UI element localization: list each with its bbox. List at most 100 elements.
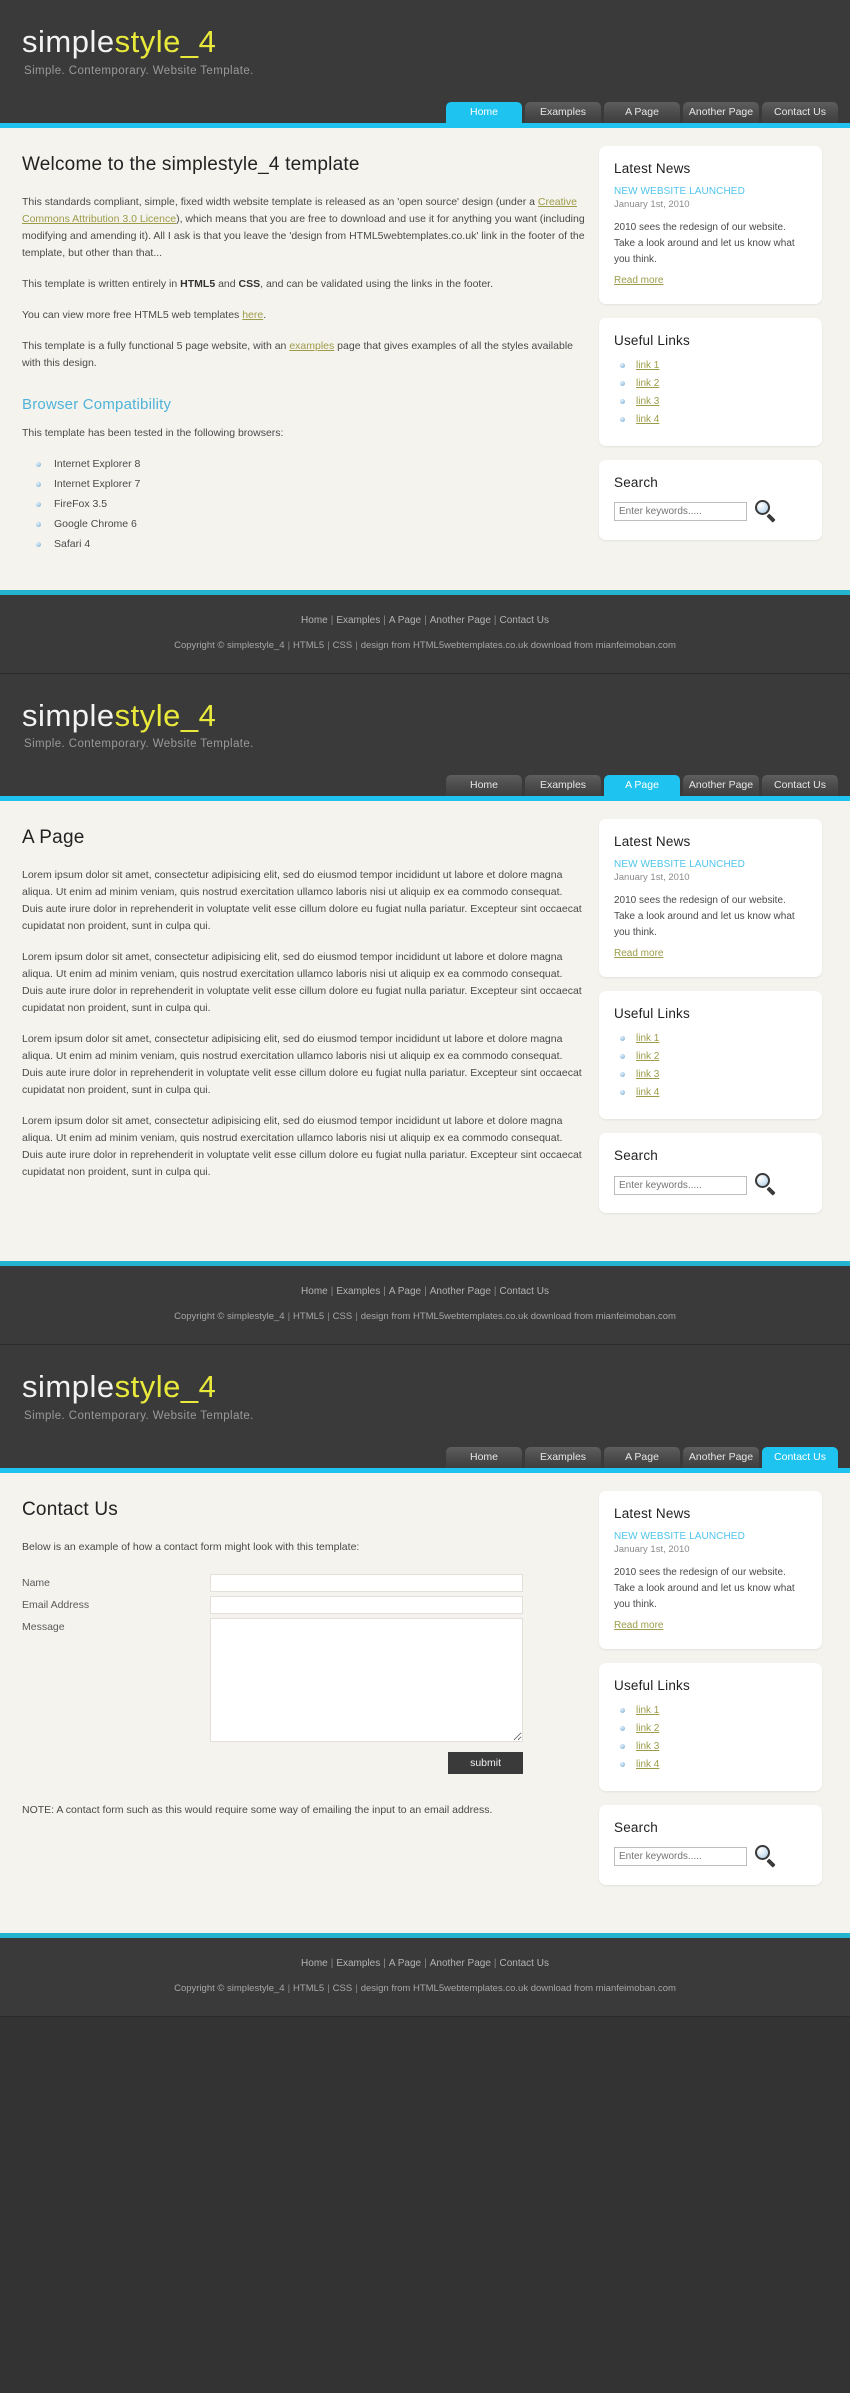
useful-link-1[interactable]: link 1: [636, 1033, 659, 1044]
more-templates-paragraph: You can view more free HTML5 web templat…: [22, 307, 585, 324]
logo-text-simple: simple: [22, 697, 115, 733]
submit-button[interactable]: submit: [448, 1751, 523, 1774]
nav-item-a-page[interactable]: A Page: [604, 775, 680, 797]
sidebar-contact: Latest News NEW WEBSITE LAUNCHED January…: [599, 1487, 822, 1899]
nav-item-another-page[interactable]: Another Page: [683, 101, 759, 123]
nav-item-a-page[interactable]: A Page: [604, 101, 680, 123]
nav-item-contact-us[interactable]: Contact Us: [762, 1446, 838, 1468]
footer-link-home[interactable]: Home: [301, 615, 328, 626]
footer-link-examples[interactable]: Examples: [336, 1958, 380, 1969]
footer-link-examples[interactable]: Examples: [336, 1286, 380, 1297]
news-date: January 1st, 2010: [614, 198, 690, 210]
footer-html5-link[interactable]: HTML5: [293, 640, 324, 651]
footer-link-home[interactable]: Home: [301, 1286, 328, 1297]
footer-link-another-page[interactable]: Another Page: [430, 1958, 491, 1969]
submit-area: submit: [210, 1751, 523, 1774]
site-footer-contact: Home | Examples | A Page | Another Page | Contac…: [0, 1937, 850, 2017]
news-headline-link[interactable]: NEW WEBSITE LAUNCHED: [614, 859, 807, 870]
useful-link-2[interactable]: link 2: [636, 1051, 659, 1062]
form-row-submit: submit: [22, 1751, 585, 1774]
useful-link-3[interactable]: link 3: [636, 396, 659, 407]
nav-item-examples[interactable]: Examples: [525, 1446, 601, 1468]
logo-text-style: style_4: [114, 697, 217, 733]
read-more-link[interactable]: Read more: [614, 948, 663, 959]
footer-design-credit[interactable]: design from HTML5webtemplates.co.uk down…: [361, 640, 676, 651]
search-input[interactable]: [614, 1847, 747, 1867]
footer-sep: |: [355, 639, 358, 651]
footer-link-a-page[interactable]: A Page: [389, 615, 421, 626]
footer-sep: |: [327, 1311, 330, 1323]
useful-link-1[interactable]: link 1: [636, 360, 659, 371]
useful-links-list: link 1 link 2 link 3 link 4: [614, 1703, 807, 1773]
useful-link-4[interactable]: link 4: [636, 1087, 659, 1098]
footer-navigation: Home | Examples | A Page | Another Page | Contac…: [0, 1286, 850, 1297]
nav-item-a-page[interactable]: A Page: [604, 1446, 680, 1468]
footer-sep: |: [327, 639, 330, 651]
search-input[interactable]: [614, 1175, 747, 1195]
footer-sep: |: [327, 1982, 330, 1994]
list-item: link 1: [620, 1703, 807, 1719]
footer-link-contact-us[interactable]: Contact Us: [500, 615, 549, 626]
search-icon[interactable]: [755, 1173, 779, 1197]
footer-link-examples[interactable]: Examples: [336, 615, 380, 626]
footer-design-credit[interactable]: design from HTML5webtemplates.co.uk down…: [361, 1311, 676, 1322]
footer-link-another-page[interactable]: Another Page: [430, 615, 491, 626]
footer-link-a-page[interactable]: A Page: [389, 1958, 421, 1969]
nav-item-contact-us[interactable]: Contact Us: [762, 101, 838, 123]
search-icon[interactable]: [755, 1844, 779, 1869]
list-item: link 4: [620, 1085, 807, 1101]
footer-css-link[interactable]: CSS: [333, 1311, 353, 1322]
magnifier-handle: [766, 513, 776, 522]
footer-sep: |: [355, 1982, 358, 1994]
nav-item-home[interactable]: Home: [446, 101, 522, 123]
nav-item-home[interactable]: Home: [446, 1446, 522, 1468]
useful-link-3[interactable]: link 3: [636, 1069, 659, 1080]
nav-item-contact-us[interactable]: Contact Us: [762, 775, 838, 797]
p2-html5: HTML5: [180, 277, 216, 290]
list-item: Internet Explorer 8: [36, 456, 585, 473]
here-link[interactable]: here: [242, 309, 263, 321]
footer-link-a-page[interactable]: A Page: [389, 1286, 421, 1297]
useful-link-4[interactable]: link 4: [636, 414, 659, 425]
read-more-link[interactable]: Read more: [614, 275, 663, 286]
read-more-link[interactable]: Read more: [614, 1620, 663, 1631]
name-field[interactable]: [210, 1573, 523, 1592]
site-logo: simplestyle_4: [22, 25, 850, 59]
search-icon[interactable]: [755, 499, 779, 524]
footer-sep: |: [287, 1982, 291, 1994]
useful-link-1[interactable]: link 1: [636, 1705, 659, 1716]
footer-css-link[interactable]: CSS: [333, 1983, 353, 1994]
nav-item-another-page[interactable]: Another Page: [683, 775, 759, 797]
email-field[interactable]: [210, 1595, 523, 1614]
news-body-text: 2010 sees the redesign of our website. T…: [614, 221, 795, 265]
useful-link-2[interactable]: link 2: [636, 378, 659, 389]
nav-item-examples[interactable]: Examples: [525, 775, 601, 797]
intro-paragraph: This standards compliant, simple, fixed …: [22, 194, 585, 262]
footer-sep: |: [383, 1286, 386, 1298]
examples-link[interactable]: examples: [289, 340, 334, 352]
useful-link-4[interactable]: link 4: [636, 1759, 659, 1770]
nav-item-examples[interactable]: Examples: [525, 101, 601, 123]
footer-link-home[interactable]: Home: [301, 1958, 328, 1969]
footer-css-link[interactable]: CSS: [333, 640, 353, 651]
search-input[interactable]: [614, 502, 747, 522]
main-column-home: Welcome to the simplestyle_4 template Th…: [14, 142, 599, 556]
sidebar-home: Latest News NEW WEBSITE LAUNCHED January…: [599, 142, 822, 554]
footer-design-credit[interactable]: design from HTML5webtemplates.co.uk down…: [361, 1983, 676, 1994]
news-headline-link[interactable]: NEW WEBSITE LAUNCHED: [614, 186, 807, 197]
nav-item-home[interactable]: Home: [446, 775, 522, 797]
footer-html5-link[interactable]: HTML5: [293, 1311, 324, 1322]
news-headline-link[interactable]: NEW WEBSITE LAUNCHED: [614, 1531, 807, 1542]
footer-link-another-page[interactable]: Another Page: [430, 1286, 491, 1297]
footer-link-contact-us[interactable]: Contact Us: [500, 1958, 549, 1969]
footer-html5-link[interactable]: HTML5: [293, 1983, 324, 1994]
footer-sep: |: [424, 614, 427, 626]
useful-link-3[interactable]: link 3: [636, 1741, 659, 1752]
footer-sep: |: [424, 1286, 427, 1298]
message-field[interactable]: [210, 1617, 523, 1742]
useful-link-2[interactable]: link 2: [636, 1723, 659, 1734]
form-row-message: Message: [22, 1617, 585, 1742]
footer-link-contact-us[interactable]: Contact Us: [500, 1286, 549, 1297]
nav-item-another-page[interactable]: Another Page: [683, 1446, 759, 1468]
footer-sep: |: [383, 1957, 386, 1969]
